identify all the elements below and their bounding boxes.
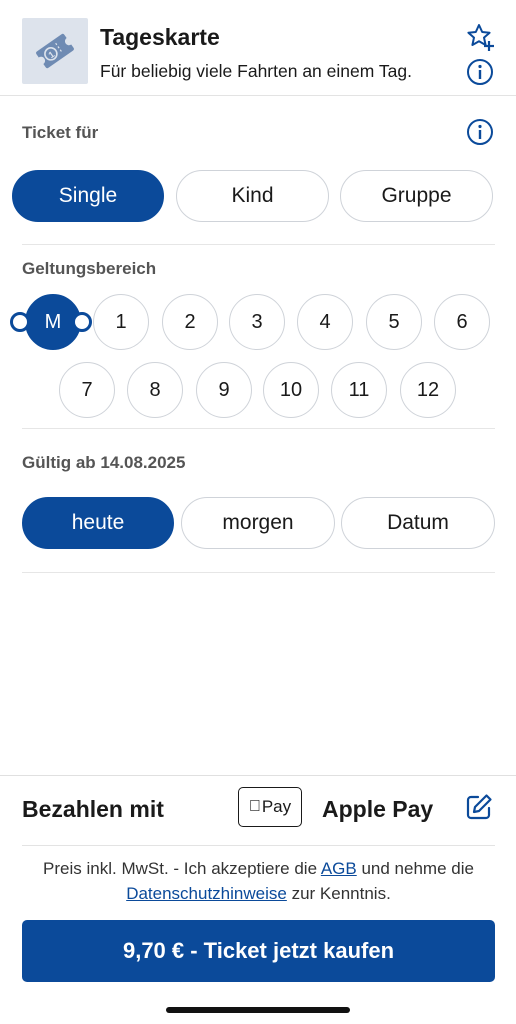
divider [22,572,495,573]
zone-label: Geltungsbereich [22,259,157,278]
info-icon[interactable] [466,118,494,146]
legal-text-part: zur Kenntnis. [286,884,391,903]
zone-1[interactable]: 1 [93,294,149,350]
ticket-option-single[interactable]: Single [12,170,164,222]
agb-link[interactable]: AGB [321,859,357,878]
zone-7[interactable]: 7 [59,362,115,418]
legal-text-part: und nehme die [356,859,474,878]
apple-pay-badge:  Pay [238,787,302,827]
payment-method: Apple Pay [322,796,434,822]
divider [0,775,516,776]
ticket-for-label: Ticket für [22,123,99,142]
payment-label: Bezahlen mit [22,796,164,822]
home-indicator [166,1007,350,1013]
buy-ticket-button[interactable]: 9,70 € - Ticket jetzt kaufen [22,920,495,982]
apple-logo-icon:  [249,798,261,816]
star-plus-icon[interactable] [465,22,495,52]
info-icon[interactable] [466,58,494,86]
zone-2[interactable]: 2 [162,294,218,350]
legal-text-part: Preis inkl. MwSt. - Ich akzeptiere die [43,859,321,878]
valid-option-morgen[interactable]: morgen [181,497,335,549]
ticket-option-kind[interactable]: Kind [176,170,329,222]
zone-4[interactable]: 4 [297,294,353,350]
divider [22,244,495,245]
zone-8[interactable]: 8 [127,362,183,418]
ticket-title: Tageskarte [100,24,220,50]
zone-slider-handle-right[interactable] [72,312,92,332]
edit-icon[interactable] [464,792,494,822]
zone-10[interactable]: 10 [263,362,319,418]
zone-3[interactable]: 3 [229,294,285,350]
divider [22,845,495,846]
divider [22,428,495,429]
zone-12[interactable]: 12 [400,362,456,418]
valid-from-label: Gültig ab 14.08.2025 [22,453,186,472]
ticket-subtitle: Für beliebig viele Fahrten an einem Tag. [100,61,412,81]
zone-slider-handle-left[interactable] [10,312,30,332]
privacy-link[interactable]: Datenschutzhinweise [126,884,287,903]
ticket-icon: 1 [22,18,88,84]
zone-5[interactable]: 5 [366,294,422,350]
valid-option-datum[interactable]: Datum [341,497,495,549]
zone-11[interactable]: 11 [331,362,387,418]
ticket-header: 1 Tageskarte Für beliebig viele Fahrten … [0,0,516,96]
ticket-option-gruppe[interactable]: Gruppe [340,170,493,222]
apple-pay-badge-text: Pay [255,797,291,816]
zone-9[interactable]: 9 [196,362,252,418]
valid-option-heute[interactable]: heute [22,497,174,549]
legal-text: Preis inkl. MwSt. - Ich akzeptiere die A… [22,856,495,906]
zone-6[interactable]: 6 [434,294,490,350]
